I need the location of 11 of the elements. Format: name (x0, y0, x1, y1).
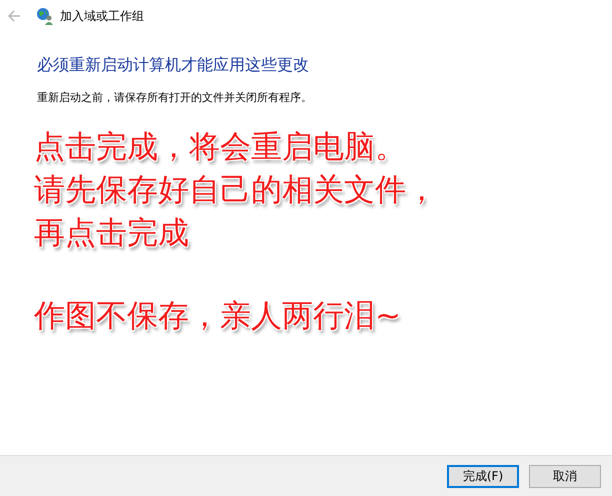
back-arrow-icon[interactable] (7, 10, 21, 22)
heading: 必须重新启动计算机才能应用这些更改 (37, 54, 310, 76)
cancel-button[interactable]: 取消 (529, 464, 601, 488)
message-text: 重新启动之前，请保存所有打开的文件并关闭所有程序。 (37, 90, 313, 106)
finish-button[interactable]: 完成(F) (447, 464, 519, 488)
annotation-text: 作图不保存，亲人两行泪~ (34, 297, 402, 336)
annotation-text: 点击完成，将会重启电脑。 (34, 128, 407, 167)
annotation-text: 再点击完成 (34, 214, 190, 253)
annotation-text: 请先保存好自己的相关文件， (34, 171, 438, 210)
window-title: 加入域或工作组 (60, 8, 144, 24)
globe-user-icon (36, 7, 54, 25)
